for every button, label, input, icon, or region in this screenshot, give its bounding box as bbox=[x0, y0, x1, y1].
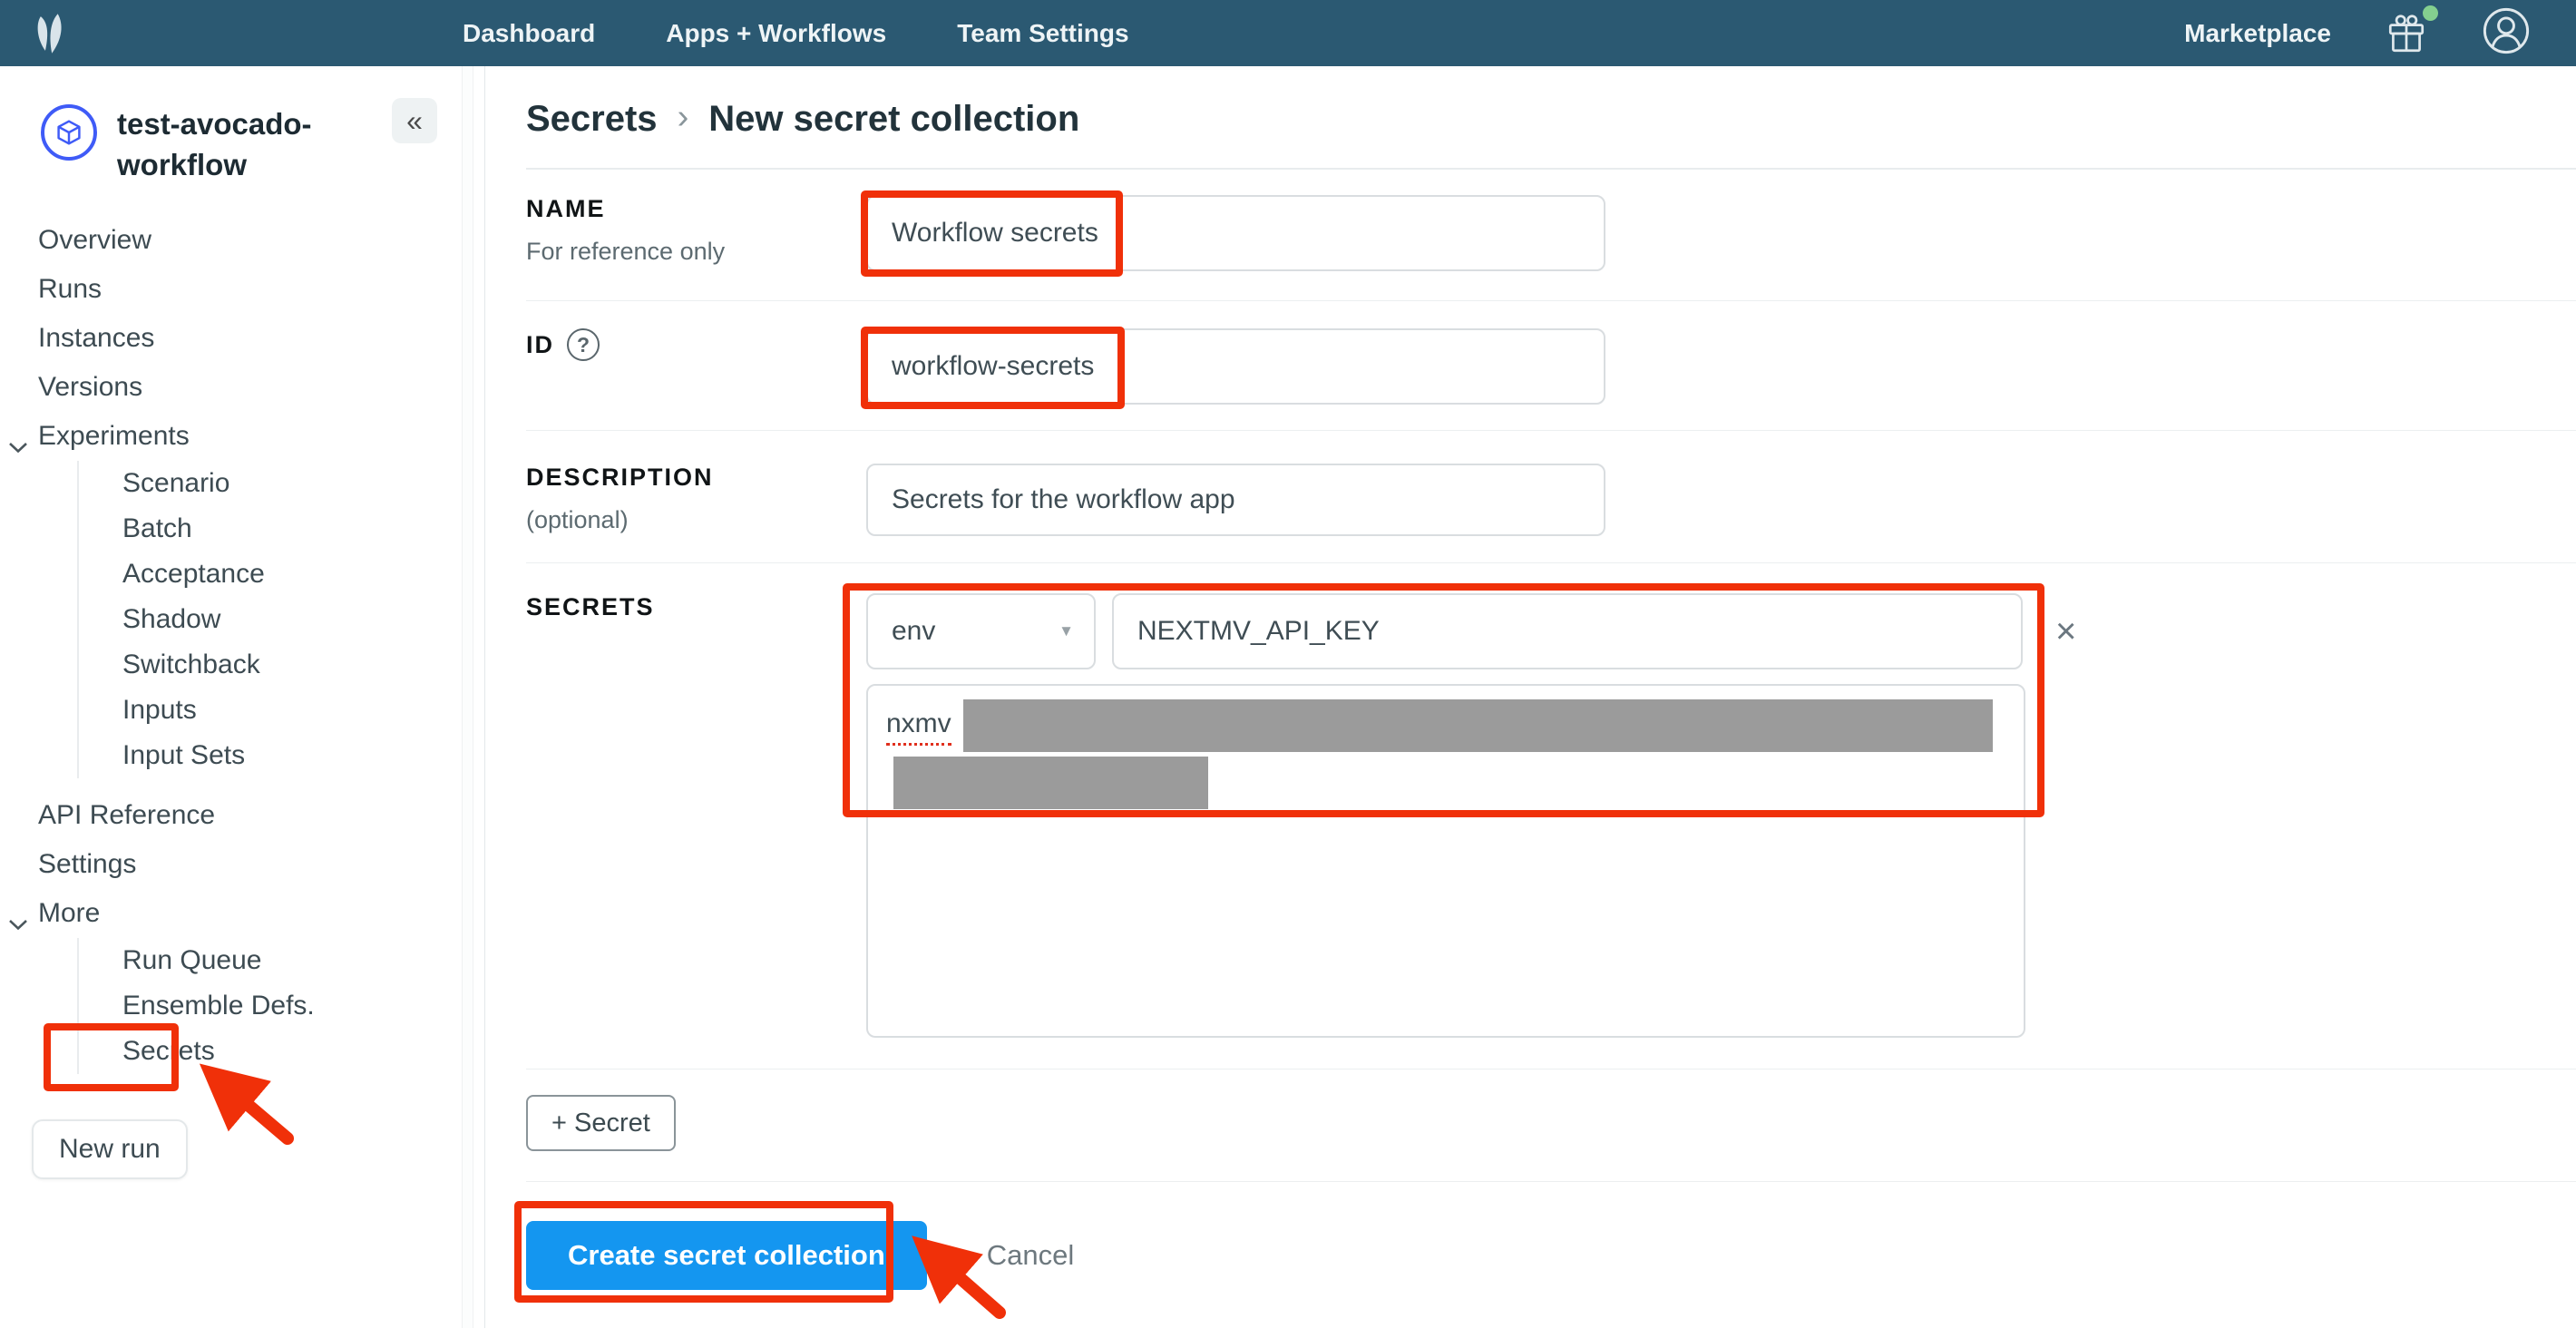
experiments-group: Scenario Batch Acceptance Shadow Switchb… bbox=[77, 461, 484, 778]
sidebar-item-run-queue[interactable]: Run Queue bbox=[79, 938, 484, 983]
sidebar-item-settings[interactable]: Settings bbox=[0, 840, 484, 889]
sidebar-nav: Overview Runs Instances Versions Experim… bbox=[0, 216, 484, 1074]
redaction-bar bbox=[963, 699, 1993, 752]
more-group: Run Queue Ensemble Defs. Secrets bbox=[77, 938, 484, 1074]
new-run-button[interactable]: New run bbox=[32, 1119, 188, 1179]
sidebar-item-more[interactable]: More bbox=[0, 889, 484, 938]
breadcrumb-separator-icon: › bbox=[678, 98, 689, 141]
sidebar-item-label: Experiments bbox=[38, 421, 190, 452]
sidebar-item-scenario[interactable]: Scenario bbox=[79, 461, 484, 506]
sidebar-item-label: More bbox=[38, 898, 100, 929]
secret-entry: env ▼ × nxmv bbox=[866, 593, 2076, 1038]
sidebar-item-runs[interactable]: Runs bbox=[0, 265, 484, 314]
description-input[interactable] bbox=[866, 464, 1605, 536]
app-title: test-avocado-workflow bbox=[117, 104, 344, 185]
cancel-button[interactable]: Cancel bbox=[987, 1239, 1075, 1272]
nav-dashboard[interactable]: Dashboard bbox=[463, 19, 595, 48]
description-row: DESCRIPTION (optional) bbox=[526, 431, 2576, 563]
notification-dot bbox=[2423, 5, 2438, 21]
page-title: New secret collection bbox=[708, 99, 1079, 140]
sidebar-item-api-reference[interactable]: API Reference bbox=[0, 791, 484, 840]
sidebar-item-instances[interactable]: Instances bbox=[0, 314, 484, 363]
name-label: NAME bbox=[526, 195, 866, 223]
cube-icon bbox=[41, 104, 97, 161]
sidebar-item-overview[interactable]: Overview bbox=[0, 216, 484, 265]
sidebar-item-ensemble-defs[interactable]: Ensemble Defs. bbox=[79, 983, 484, 1029]
sidebar-item-acceptance[interactable]: Acceptance bbox=[79, 552, 484, 597]
gift-icon-glyph bbox=[2384, 11, 2429, 56]
secret-value-visible-text: nxmv bbox=[886, 708, 951, 746]
nextmv-logo[interactable] bbox=[0, 7, 100, 60]
name-input[interactable] bbox=[866, 195, 1605, 271]
redaction-bar bbox=[893, 757, 1208, 809]
sidebar-item-switchback[interactable]: Switchback bbox=[79, 642, 484, 688]
secret-value-textarea[interactable]: nxmv bbox=[866, 684, 2025, 1038]
sidebar-item-batch[interactable]: Batch bbox=[79, 506, 484, 552]
user-avatar-glyph bbox=[2482, 6, 2531, 55]
app-sidebar: test-avocado-workflow « Overview Runs In… bbox=[0, 66, 485, 1328]
secret-key-input[interactable] bbox=[1112, 593, 2023, 669]
sidebar-item-experiments[interactable]: Experiments bbox=[0, 412, 484, 461]
primary-nav: Dashboard Apps + Workflows Team Settings bbox=[463, 19, 1129, 48]
nextmv-logo-icon bbox=[24, 7, 76, 60]
secret-type-value: env bbox=[892, 616, 935, 647]
sidebar-item-input-sets[interactable]: Input Sets bbox=[79, 733, 484, 778]
breadcrumb-secrets[interactable]: Secrets bbox=[526, 99, 658, 140]
id-row: ID ? bbox=[526, 301, 2576, 431]
secrets-label: SECRETS bbox=[526, 593, 866, 621]
secret-type-select[interactable]: env ▼ bbox=[866, 593, 1096, 669]
add-secret-row: + Secret bbox=[526, 1069, 2576, 1182]
secrets-row: SECRETS env ▼ × nxmv bbox=[526, 563, 2576, 1069]
sidebar-item-inputs[interactable]: Inputs bbox=[79, 688, 484, 733]
create-secret-collection-button[interactable]: Create secret collection bbox=[526, 1221, 927, 1290]
gift-icon[interactable] bbox=[2384, 11, 2429, 56]
add-secret-button[interactable]: + Secret bbox=[526, 1095, 676, 1151]
description-hint: (optional) bbox=[526, 506, 866, 534]
sidebar-item-secrets[interactable]: Secrets bbox=[79, 1029, 484, 1074]
name-row: NAME For reference only bbox=[526, 170, 2576, 301]
chevron-down-icon bbox=[7, 431, 29, 462]
nav-team-settings[interactable]: Team Settings bbox=[957, 19, 1128, 48]
nav-marketplace[interactable]: Marketplace bbox=[2184, 19, 2331, 48]
footer-actions: Create secret collection Cancel bbox=[526, 1221, 2576, 1290]
main-content: Secrets › New secret collection NAME For… bbox=[486, 66, 2576, 1328]
breadcrumb: Secrets › New secret collection bbox=[526, 97, 2576, 141]
name-hint: For reference only bbox=[526, 238, 866, 266]
sidebar-item-versions[interactable]: Versions bbox=[0, 363, 484, 412]
select-caret-icon: ▼ bbox=[1059, 622, 1074, 640]
id-label: ID bbox=[526, 331, 554, 359]
top-navbar: Dashboard Apps + Workflows Team Settings… bbox=[0, 0, 2576, 66]
nav-apps-workflows[interactable]: Apps + Workflows bbox=[666, 19, 886, 48]
chevron-down-icon bbox=[7, 908, 29, 939]
remove-secret-button[interactable]: × bbox=[2055, 613, 2076, 649]
help-icon[interactable]: ? bbox=[567, 328, 600, 361]
description-label: DESCRIPTION bbox=[526, 464, 866, 492]
id-input[interactable] bbox=[866, 328, 1605, 405]
sidebar-item-shadow[interactable]: Shadow bbox=[79, 597, 484, 642]
sidebar-collapse-button[interactable]: « bbox=[392, 98, 437, 143]
user-avatar-icon[interactable] bbox=[2482, 6, 2531, 60]
